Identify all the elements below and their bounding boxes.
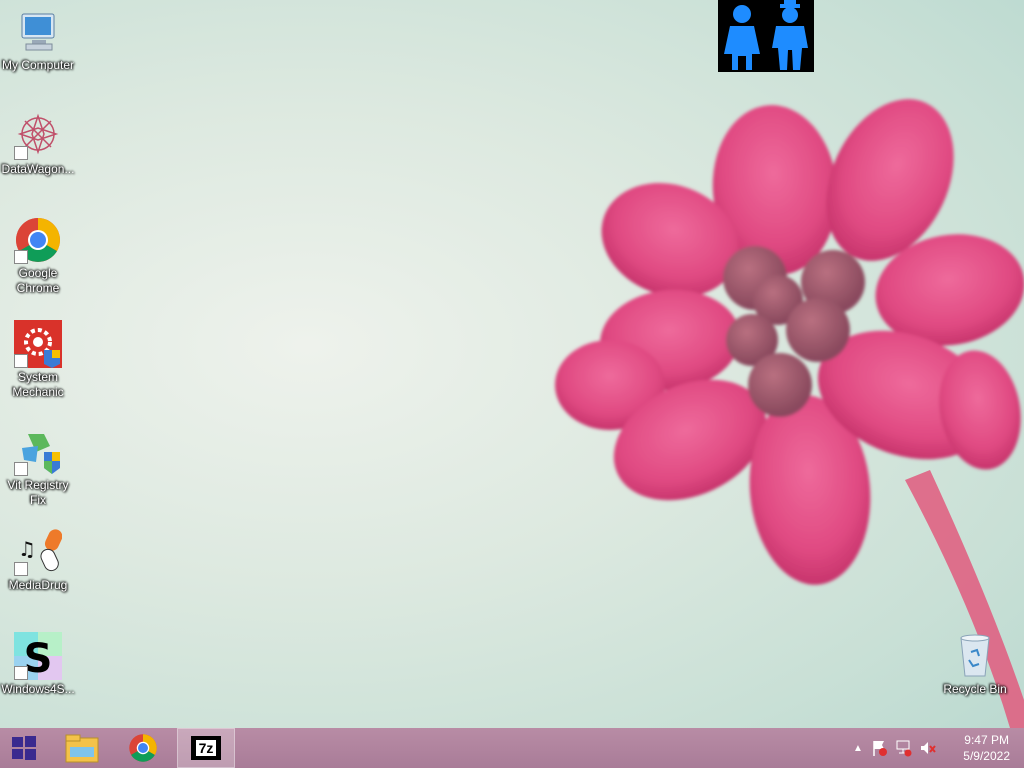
shortcut-arrow-icon	[14, 250, 28, 264]
desktop-icon-my-computer[interactable]: My Computer	[0, 8, 76, 73]
desktop-icon-vit-registry-fix[interactable]: Vit Registry Fix	[0, 428, 76, 508]
desktop-icon-mediadrug[interactable]: ♫ MediaDrug	[0, 528, 76, 593]
clock-time: 9:47 PM	[964, 733, 1009, 747]
mediadrug-icon: ♫	[14, 528, 63, 576]
taskbar-clock[interactable]: 9:47 PM 5/9/2022	[963, 732, 1010, 764]
windows4s-icon: S	[14, 632, 62, 682]
datawagon-icon	[14, 112, 62, 160]
desktop-icon-label: Recycle Bin	[943, 682, 1007, 696]
file-explorer-icon	[65, 734, 99, 763]
chrome-icon	[129, 734, 157, 762]
people-icon-widget[interactable]	[718, 0, 814, 72]
wallpaper	[555, 99, 1024, 728]
shortcut-arrow-icon	[14, 462, 28, 476]
chrome-icon	[14, 216, 62, 264]
shortcut-arrow-icon	[14, 354, 28, 368]
desktop-icon-datawagon[interactable]: DataWagon...	[0, 112, 76, 177]
taskbar: 7z ▲ 9:47 PM 5/9/2022	[0, 728, 1024, 768]
desktop-icon-recycle-bin[interactable]: Recycle Bin	[937, 632, 1013, 697]
shortcut-arrow-icon	[14, 562, 28, 576]
desktop-icon-label: My Computer	[1, 58, 75, 72]
chevron-up-icon[interactable]: ▲	[850, 743, 866, 754]
7zip-icon-text: 7z	[195, 740, 217, 756]
desktop-icon-system-mechanic[interactable]: System Mechanic	[0, 320, 76, 400]
volume-muted-icon[interactable]	[918, 738, 938, 758]
desktop-icon-label: Google Chrome	[16, 266, 60, 295]
desktop-icon-label: Windows4S...	[1, 682, 75, 696]
desktop-icon-label: Vit Registry Fix	[7, 478, 69, 507]
shortcut-arrow-icon	[14, 146, 28, 160]
system-mechanic-icon	[14, 320, 62, 368]
taskbar-file-explorer[interactable]	[54, 728, 110, 768]
taskbar-chrome[interactable]	[115, 728, 171, 768]
network-icon[interactable]	[894, 738, 914, 758]
desktop-icon-label: System Mechanic	[12, 370, 64, 399]
taskbar-7zip[interactable]: 7z	[177, 728, 235, 768]
recycle-bin-icon	[951, 632, 999, 680]
shortcut-arrow-icon	[14, 666, 28, 680]
windows-start-icon	[12, 736, 36, 760]
desktop-icon-label: DataWagon...	[1, 162, 75, 176]
clock-date: 5/9/2022	[963, 749, 1010, 763]
action-center-flag-icon[interactable]	[870, 738, 890, 758]
start-button[interactable]	[0, 728, 48, 768]
desktop-icon-label: MediaDrug	[8, 578, 68, 592]
desktop-icon-google-chrome[interactable]: Google Chrome	[0, 216, 76, 296]
svg-text:♫: ♫	[18, 537, 36, 561]
desktop-icon-windows4s[interactable]: S Windows4S...	[0, 632, 76, 697]
people-icon	[724, 0, 808, 70]
system-tray: ▲	[850, 728, 938, 768]
vit-registry-fix-icon	[14, 428, 62, 476]
computer-icon	[14, 8, 62, 56]
7zip-icon: 7z	[191, 736, 221, 760]
